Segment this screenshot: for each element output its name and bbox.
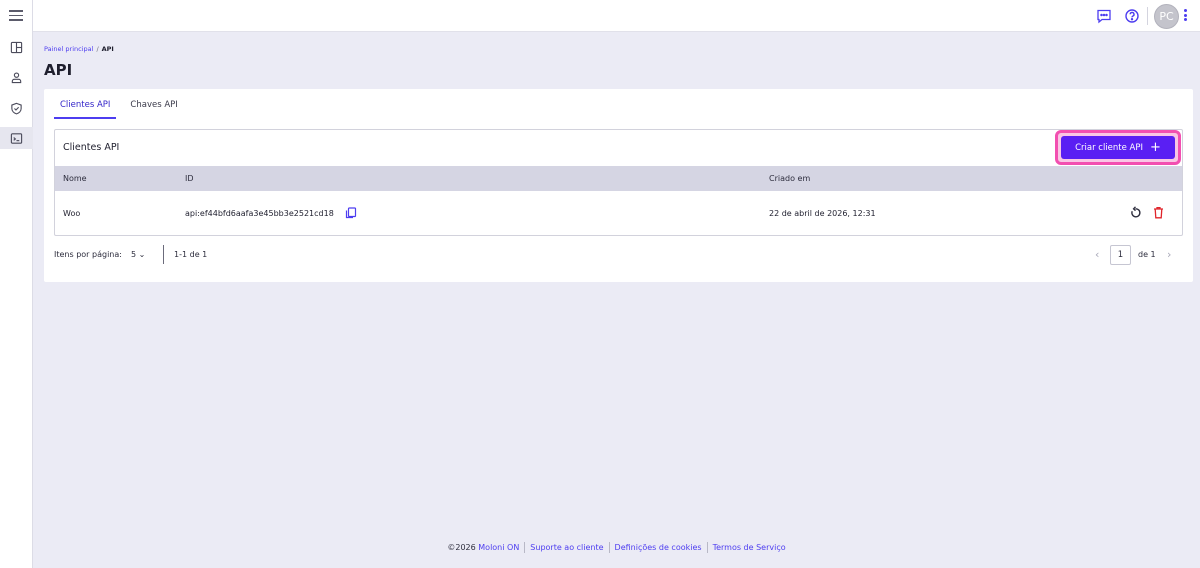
cell-id: api:ef44bfd6aafa3e45bb3e2521cd18: [185, 209, 334, 218]
tab-chaves-api[interactable]: Chaves API: [124, 89, 183, 119]
column-header-name[interactable]: Nome: [63, 166, 87, 191]
copyright: ©2026: [447, 543, 476, 552]
help-icon[interactable]: [1124, 8, 1140, 24]
total-pages: de 1: [1138, 250, 1156, 259]
create-api-client-button[interactable]: Criar cliente API +: [1061, 136, 1175, 159]
footer-link-moloni[interactable]: Moloni ON: [478, 543, 519, 552]
clients-table-panel: Clientes API Criar cliente API + Nome ID…: [54, 129, 1183, 236]
refresh-icon[interactable]: [1129, 206, 1142, 219]
breadcrumb: Painel principal / API: [44, 45, 114, 53]
shield-icon[interactable]: [0, 97, 33, 119]
footer-link-support[interactable]: Suporte ao cliente: [530, 543, 603, 552]
table-header: Nome ID Criado em: [55, 166, 1182, 191]
column-header-id[interactable]: ID: [185, 166, 194, 191]
cell-created: 22 de abril de 2026, 12:31: [769, 209, 876, 218]
cell-name: Woo: [63, 209, 81, 218]
footer-link-terms[interactable]: Termos de Serviço: [713, 543, 786, 552]
top-bar: PC: [33, 0, 1200, 32]
pagination-range: 1-1 de 1: [174, 250, 208, 259]
breadcrumb-current: API: [101, 45, 114, 53]
side-rail: [0, 0, 33, 568]
delete-icon[interactable]: [1152, 206, 1165, 219]
footer: ©2026 Moloni ON Suporte ao cliente Definiç…: [33, 542, 1200, 553]
panel-title: Clientes API: [63, 142, 120, 153]
tab-bar: Clientes API Chaves API: [54, 89, 192, 119]
more-options-icon[interactable]: [1184, 9, 1188, 23]
breadcrumb-separator: /: [96, 45, 99, 53]
tab-clientes-api[interactable]: Clientes API: [54, 89, 117, 119]
panel-header: Clientes API Criar cliente API +: [55, 130, 1182, 166]
items-per-page-select[interactable]: 5 ⌄: [131, 250, 145, 259]
items-per-page-value: 5: [131, 250, 137, 259]
next-page-icon[interactable]: ›: [1167, 248, 1171, 261]
user-icon[interactable]: [0, 66, 33, 88]
dashboard-icon[interactable]: [0, 36, 33, 58]
create-button-highlight: Criar cliente API +: [1055, 130, 1181, 165]
terminal-icon[interactable]: [0, 127, 33, 149]
pagination: Itens por página: 5 ⌄ 1-1 de 1 ‹ 1 de 1 …: [54, 245, 1183, 265]
page-title: API: [44, 61, 73, 79]
create-button-label: Criar cliente API: [1075, 142, 1143, 153]
plus-icon: +: [1150, 139, 1161, 155]
previous-page-icon[interactable]: ‹: [1095, 248, 1099, 261]
avatar[interactable]: PC: [1154, 4, 1179, 29]
column-header-created[interactable]: Criado em: [769, 166, 810, 191]
items-per-page-label: Itens por página:: [54, 250, 122, 259]
hamburger-menu-icon[interactable]: [9, 10, 23, 22]
api-card: Clientes API Chaves API Clientes API Cri…: [44, 89, 1193, 282]
footer-link-cookies[interactable]: Definições de cookies: [615, 543, 702, 552]
topbar-divider: [1147, 7, 1148, 25]
pagination-divider: [163, 245, 164, 264]
chevron-down-icon: ⌄: [138, 250, 146, 259]
current-page-input[interactable]: 1: [1110, 245, 1131, 265]
chat-icon[interactable]: [1096, 8, 1112, 24]
copy-icon[interactable]: [345, 207, 357, 219]
table-row: Woo api:ef44bfd6aafa3e45bb3e2521cd18 22 …: [55, 191, 1182, 235]
breadcrumb-home[interactable]: Painel principal: [44, 45, 93, 53]
